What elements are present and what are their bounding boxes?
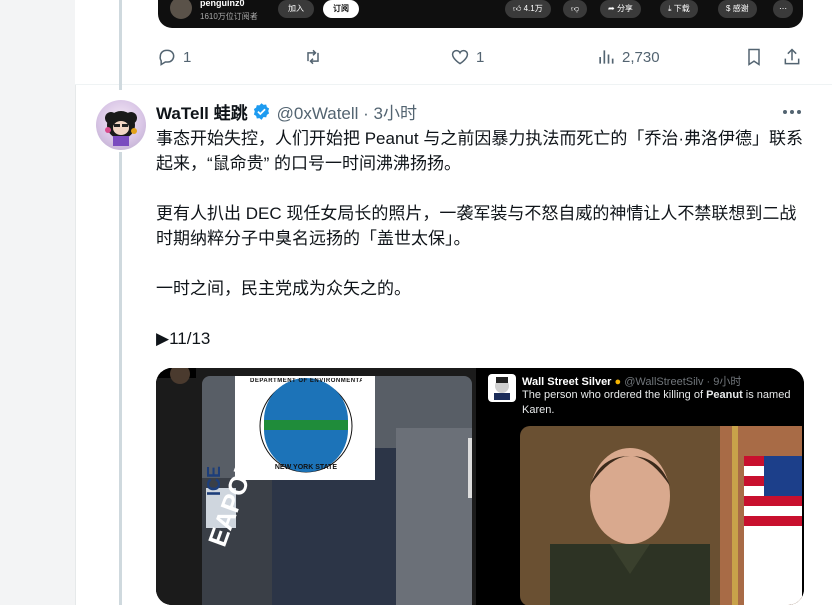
quoted-tweet-header: Wall Street Silver ● @WallStreetSilv · 9… [522,373,741,389]
bar-chart-icon [599,50,614,64]
video-more-button[interactable]: ⋯ [773,0,793,18]
view-count: 2,730 [622,48,660,66]
retweet-icon [307,49,319,65]
verified-badge-icon [253,102,269,120]
join-button[interactable]: 加入 [278,0,314,18]
thumbs-down-icon: 👎︎ [571,4,580,13]
quoted-text-before: The person who ordered the killing of [522,389,707,401]
channel-subscribers: 1610万位订阅者 [200,12,258,21]
quoted-tweet-text: The person who ordered the killing of Pe… [522,388,792,418]
video-like-count: 4.1万 [523,4,543,13]
video-thanks-label: 感谢 [732,4,749,13]
quoted-handle-time: @WallStreetSilv · 9小时 [624,376,742,388]
subscribe-button[interactable]: 订阅 [323,0,359,18]
quoted-text-bold: Peanut [706,389,743,401]
thumbs-up-icon: 👍︎ [513,4,522,13]
tweet-paragraph: 更有人扒出 DEC 现任女局长的照片，一袭军装与不怒自威的神情让人不禁联想到二战… [156,204,797,248]
share-icon [784,48,800,65]
retweet-button[interactable] [303,47,323,67]
thread-counter: ▶11/13 [156,329,211,348]
thread-line-top [119,0,122,90]
tweet-paragraph: 事态开始失控，人们开始把 Peanut 与之前因暴力执法而死亡的「乔治·弗洛伊德… [156,129,803,173]
seal-top-text: DEPARTMENT OF ENVIRONMENTAL CONSERVATION [250,378,362,384]
quoted-verified-icon: ● [614,376,622,388]
quoted-avatar-icon [488,374,516,402]
display-name[interactable]: WaTell 蛙跳 [156,99,248,124]
like-count: 1 [476,48,485,66]
reply-count: 1 [183,48,192,66]
embedded-video-controls: penguinz0 1610万位订阅者 加入 订阅 👍︎ 4.1万 👎︎ ➦ 分… [158,0,803,28]
quoted-name: Wall Street Silver [522,376,612,388]
heart-icon [451,49,469,65]
tweet-text: 事态开始失控，人们开始把 Peanut 与之前因暴力执法而死亡的「乔治·弗洛伊德… [156,126,806,351]
video-dislike-button[interactable]: 👎︎ [563,0,588,18]
video-share-label: 分享 [616,4,633,13]
media-image-left[interactable]: DEPARTMENT OF ENVIRONMENTAL CONSERVATION… [156,368,476,605]
channel-avatar [170,0,192,19]
channel-name: penguinz0 [200,0,245,8]
more-options-icon[interactable] [781,104,803,120]
video-share-button[interactable]: ➦ 分享 [600,0,641,18]
bookmark-button[interactable] [744,47,764,67]
reply-icon [159,49,175,66]
handle-and-time[interactable]: @0xWatell · 3小时 [277,99,417,124]
reply-button[interactable]: 1 [157,47,191,67]
views-button[interactable]: 2,730 [596,47,660,67]
video-download-button[interactable]: ⤓ 下载 [660,0,698,18]
share-button[interactable] [782,47,802,67]
tweet-media[interactable]: DEPARTMENT OF ENVIRONMENTAL CONSERVATION… [156,368,804,605]
share-arrow-icon: ➦ [608,4,615,13]
avatar-illustration [105,111,137,146]
like-button[interactable]: 1 [450,47,484,67]
media-image-right[interactable]: Wall Street Silver ● @WallStreetSilv · 9… [480,368,804,605]
seal-bottom-text: NEW YORK STATE [274,464,338,471]
thread-line-bottom [119,152,122,605]
video-download-label: 下载 [673,4,690,13]
tweet-header: WaTell 蛙跳 @0xWatell · 3小时 [156,99,417,124]
officer-photo [520,426,802,605]
video-thanks-button[interactable]: $ 感谢 [718,0,757,18]
video-like-button[interactable]: 👍︎ 4.1万 [505,0,551,18]
tweet-paragraph: 一时之间，民主党成为众矢之的。 [156,279,411,298]
left-gutter [0,0,75,605]
download-icon: ⤓ [668,4,672,13]
thanks-icon: $ [726,4,731,13]
bookmark-icon [748,48,760,66]
avatar[interactable] [96,100,146,150]
